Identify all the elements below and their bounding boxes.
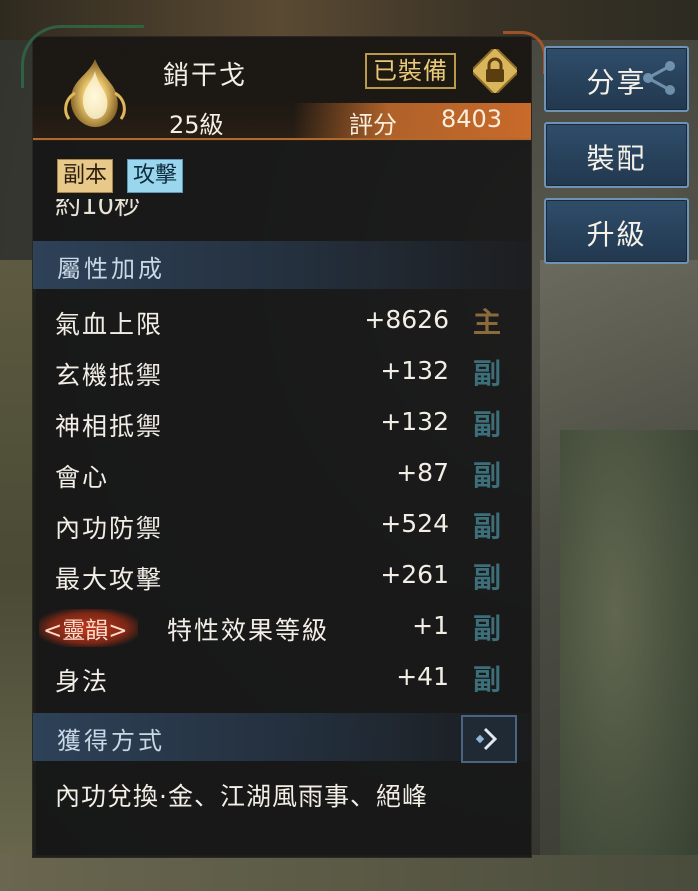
source-section-header: 獲得方式 (33, 713, 531, 761)
scenery-ground (0, 855, 698, 891)
attribute-label: 玄機抵禦 (55, 361, 164, 390)
equip-button-label: 裝配 (586, 142, 647, 175)
score-label: 評分 (349, 111, 397, 139)
score-value: 8403 (441, 105, 503, 133)
attribute-kind: 副 (473, 357, 502, 390)
attribute-kind: 副 (473, 459, 502, 492)
tag-dungeon: 副本 (57, 159, 114, 193)
attribute-kind: 副 (473, 561, 502, 594)
attribute-row: 最大攻擊 +261 副 (33, 550, 531, 600)
attribute-kind: 副 (473, 408, 502, 441)
share-button[interactable]: 分享 (544, 46, 689, 112)
attribute-row: 神相抵禦 +132 副 (33, 397, 531, 447)
attribute-kind: 副 (473, 612, 502, 645)
spirit-badge: <靈韻> (39, 609, 138, 647)
scenery-moss (560, 430, 698, 891)
share-button-label: 分享 (586, 66, 647, 99)
attribute-value: +1 (412, 611, 449, 640)
item-header: 銷干戈 25級 已裝備 評分 8403 (21, 25, 546, 141)
attribute-row: 會心 +87 副 (33, 448, 531, 498)
attribute-value: +132 (380, 356, 449, 385)
source-arrow-button[interactable] (461, 715, 517, 763)
header-divider (33, 138, 531, 140)
source-text: 內功兌換·金、江湖風雨事、絕峰 (55, 782, 428, 811)
attribute-label: 特性效果等級 (167, 616, 330, 645)
attribute-kind: 主 (473, 306, 502, 339)
arrow-right-icon (475, 727, 498, 751)
attribute-value: +41 (396, 662, 449, 691)
item-name: 銷干戈 (163, 61, 248, 91)
attribute-label: 內功防禦 (55, 514, 164, 543)
attribute-row-spirit: <靈韻> 特性效果等級 +1 副 (33, 601, 531, 651)
attribute-value: +87 (396, 458, 449, 487)
attribute-label: 會心 (55, 463, 110, 492)
lock-icon[interactable] (473, 49, 517, 93)
tag-attack: 攻擊 (127, 159, 184, 193)
attribute-row: 身法 +41 副 (33, 652, 531, 702)
attribute-row: 氣血上限 +8626 主 (33, 295, 531, 345)
attribute-value: +8626 (364, 305, 449, 334)
golden-flame-weapon-icon (64, 59, 126, 127)
attribute-value: +524 (380, 509, 449, 538)
attribute-label: 最大攻擊 (55, 565, 164, 594)
upgrade-button[interactable]: 升級 (544, 198, 689, 264)
attribute-row: 玄機抵禦 +132 副 (33, 346, 531, 396)
attribute-value: +261 (380, 560, 449, 589)
item-level: 25級 (169, 111, 224, 139)
attribute-row: 內功防禦 +524 副 (33, 499, 531, 549)
upgrade-button-label: 升級 (586, 218, 647, 251)
clipped-description: 約10秒 (55, 199, 255, 225)
attribute-kind: 副 (473, 663, 502, 696)
equip-button[interactable]: 裝配 (544, 122, 689, 188)
scenery-grass (0, 260, 36, 891)
attributes-title: 屬性加成 (57, 255, 165, 283)
attribute-label: 神相抵禦 (55, 412, 164, 441)
item-detail-panel: 銷干戈 25級 已裝備 評分 8403 副本 攻擊 約10秒 屬性加成 氣血上限… (21, 25, 546, 858)
attribute-kind: 副 (473, 510, 502, 543)
attribute-value: +132 (380, 407, 449, 436)
attribute-label: 身法 (55, 667, 110, 696)
attributes-section-header: 屬性加成 (33, 241, 531, 289)
clipped-description-text: 約10秒 (55, 199, 141, 221)
equipped-badge: 已裝備 (365, 53, 456, 89)
attribute-label: 氣血上限 (55, 310, 164, 339)
source-title: 獲得方式 (57, 727, 165, 755)
